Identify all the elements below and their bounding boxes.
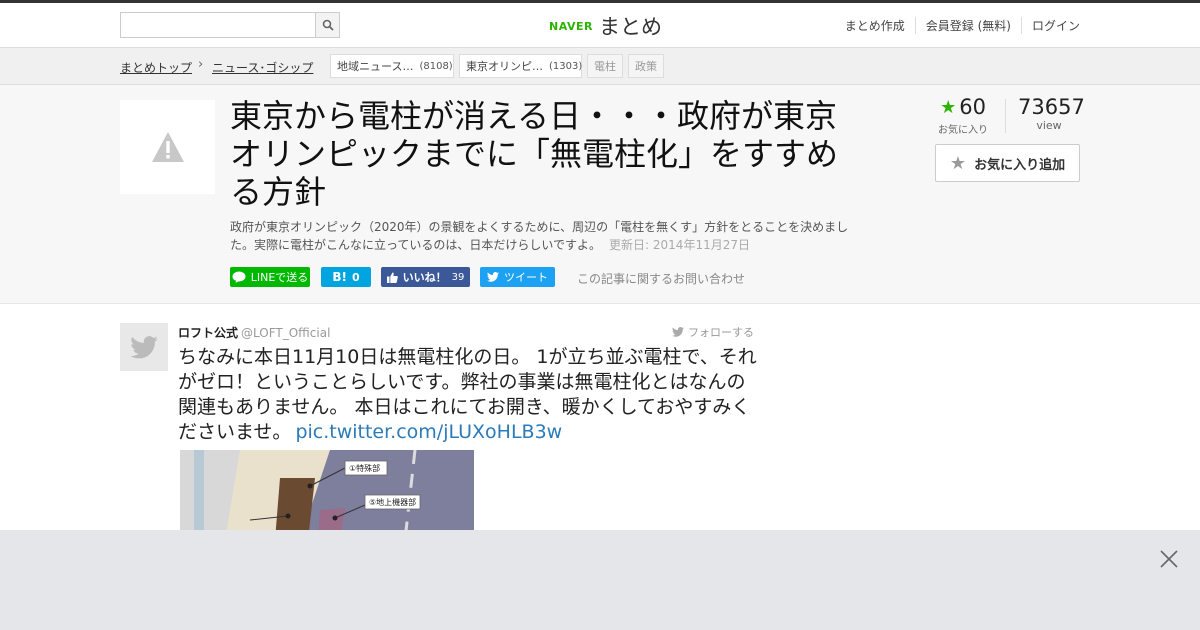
chevron-right-icon: › [198,57,204,72]
logo-naver-text: NAVER [549,19,593,33]
breadcrumb-item-top[interactable]: まとめトップ [120,59,192,76]
tweet-image[interactable]: ①特殊部 ⑤地上機器部 [180,450,474,540]
view-label: view [1036,119,1062,132]
tag-count: (8108) [419,60,453,72]
favorites-count: 60 [959,95,986,119]
search-icon [322,19,334,31]
star-icon: ★ [949,152,967,174]
breadcrumb: まとめトップ › ニュース･ゴシップ 地域ニュース… (8108) 東京オリンピ… [0,48,1200,85]
updated-date: 更新日: 2014年11月27日 [609,238,750,252]
view-counter: 73657 view [1018,95,1085,132]
tag-denchu[interactable]: 電柱 [587,54,623,78]
tweet-author-handle: @LOFT_Official [241,326,331,340]
contact-link[interactable]: この記事に関するお問い合わせ [577,270,745,287]
close-button[interactable] [1158,548,1180,570]
facebook-like-label: いいね！ [402,271,447,284]
tweet-label: ツイート [504,271,548,284]
follow-button[interactable]: フォローする [672,324,754,340]
tag-tokyo-olympics[interactable]: 東京オリンピ… (1303) [459,54,582,78]
tag-seisaku[interactable]: 政策 [628,54,664,78]
article-thumbnail [120,100,215,194]
hatena-icon: B! [332,270,347,284]
image-label-2: ⑤地上機器部 [369,497,416,507]
utility-diagram-illustration: ①特殊部 ⑤地上機器部 [180,450,474,540]
breadcrumb-item-news[interactable]: ニュース･ゴシップ [212,59,313,76]
tweet-text: ちなみに本日11月10日は無電柱化の日。 1が立ち並ぶ電柱で、それがゼロ！という… [178,345,758,445]
tweet-author-name: ロフト公式 [178,326,239,340]
twitter-bird-icon [672,327,684,337]
tag-regional-news[interactable]: 地域ニュース… (8108) [330,54,454,78]
site-logo[interactable]: NAVER まとめ [549,12,662,40]
search-input[interactable] [120,12,316,38]
register-link[interactable]: 会員登録 (無料) [914,17,1021,34]
warning-icon [151,132,184,162]
tweet-author[interactable]: ロフト公式 @LOFT_Official [178,324,330,341]
tweet-media-link[interactable]: pic.twitter.com/jLUXoHLB3w [295,421,562,443]
facebook-like-button[interactable]: いいね！ 39 [381,267,470,287]
page-title: 東京から電柱が消える日・・・政府が東京オリンピックまでに「無電柱化」をすすめる方… [230,97,839,211]
twitter-bird-icon [130,335,158,358]
add-favorite-label: お気に入り追加 [974,157,1066,173]
tweet-button[interactable]: ツイート [480,267,555,287]
tag-label: 地域ニュース… [337,60,414,73]
facebook-like-count: 39 [451,271,465,283]
image-label-1: ①特殊部 [349,463,380,473]
logo-matome-text: まとめ [598,15,662,39]
follow-label: フォローする [688,326,754,339]
create-matome-link[interactable]: まとめ作成 [835,17,915,34]
favorites-label: お気に入り [938,125,988,136]
search-button[interactable] [315,12,340,38]
favorites-counter: ★ 60 お気に入り [938,95,988,136]
site-header: NAVER まとめ まとめ作成 会員登録 (無料) ログイン [0,3,1200,48]
tag-label: 政策 [635,60,657,73]
tag-label: 東京オリンピ… [466,60,543,73]
article-description: 政府が東京オリンピック（2020年）の景観をよくするために、周辺の「電柱を無くす… [230,218,850,254]
counter-divider [1005,99,1006,133]
hatena-count: 0 [351,270,360,284]
star-icon: ★ [940,96,957,118]
close-icon [1160,550,1178,568]
twitter-bird-icon [487,272,499,282]
header-nav: まとめ作成 会員登録 (無料) ログイン [835,17,1080,34]
avatar[interactable] [120,323,168,371]
line-share-label: LINEで送る [250,271,309,284]
tag-count: (1303) [549,60,583,72]
line-icon [232,271,246,283]
tag-label: 電柱 [594,60,616,73]
description-text: 政府が東京オリンピック（2020年）の景観をよくするために、周辺の「電柱を無くす… [230,220,849,252]
hatena-bookmark-button[interactable]: B! 0 [321,267,371,287]
add-favorite-button[interactable]: ★ お気に入り追加 [935,144,1080,182]
thumbs-up-icon [386,272,398,283]
bottom-overlay-banner [0,530,1200,630]
line-share-button[interactable]: LINEで送る [230,267,310,287]
article-header: 東京から電柱が消える日・・・政府が東京オリンピックまでに「無電柱化」をすすめる方… [0,85,1200,304]
login-link[interactable]: ログイン [1020,17,1080,34]
view-count: 73657 [1018,95,1085,119]
